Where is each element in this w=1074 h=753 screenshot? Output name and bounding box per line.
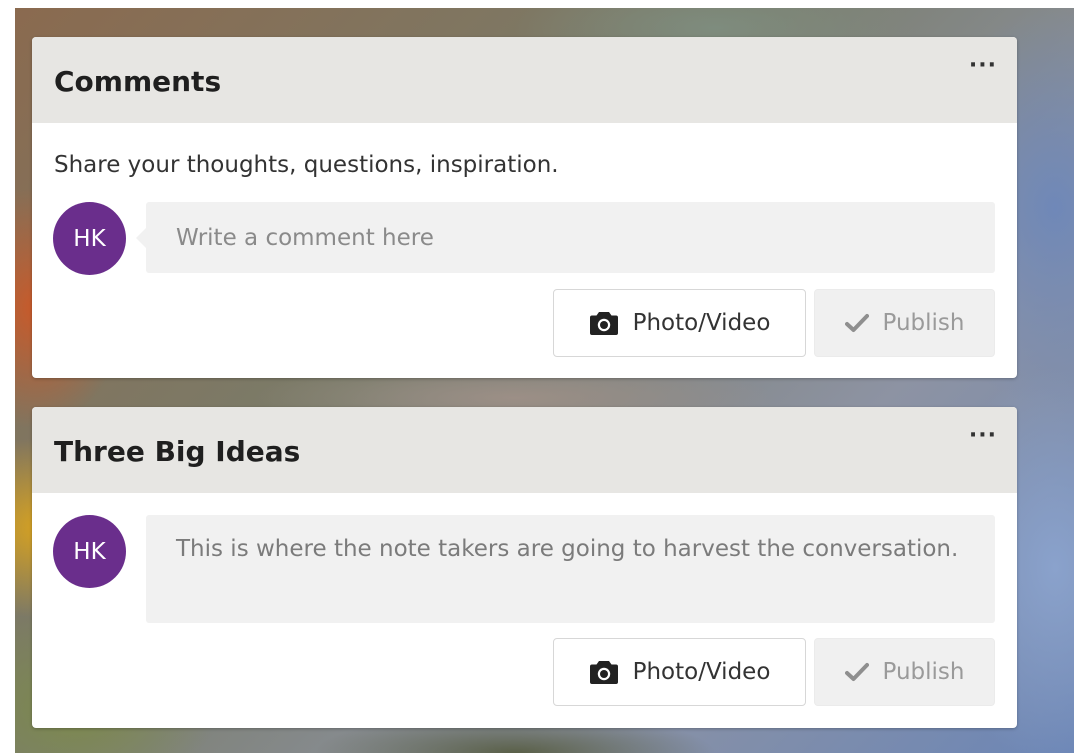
check-icon	[844, 663, 869, 681]
card-title: Three Big Ideas	[54, 435, 301, 468]
card-header: Comments ···	[32, 37, 1017, 123]
photo-video-label: Photo/Video	[632, 310, 771, 336]
more-icon[interactable]: ···	[969, 425, 997, 447]
comments-card: Comments ··· Share your thoughts, questi…	[32, 37, 1017, 378]
comment-input-wrap: .card-1 .comment-box-wrap::before{ top:2…	[136, 202, 995, 273]
check-icon	[844, 314, 869, 332]
comment-textbox[interactable]: This is where the note takers are going …	[146, 515, 995, 623]
publish-button[interactable]: Publish	[814, 289, 995, 357]
photo-video-button[interactable]: Photo/Video	[553, 638, 806, 706]
card-title: Comments	[54, 65, 222, 98]
photo-video-button[interactable]: Photo/Video	[553, 289, 806, 357]
comment-input[interactable]	[146, 202, 995, 273]
camera-icon	[589, 661, 618, 684]
publish-label: Publish	[882, 310, 965, 336]
comment-text: This is where the note takers are going …	[176, 536, 959, 562]
avatar: HK	[53, 202, 126, 275]
card-header: Three Big Ideas ···	[32, 407, 1017, 493]
card-description: Share your thoughts, questions, inspirat…	[54, 152, 559, 178]
three-big-ideas-card: Three Big Ideas ··· HK This is where the…	[32, 407, 1017, 728]
camera-icon	[589, 312, 618, 335]
photo-video-label: Photo/Video	[632, 659, 771, 685]
avatar: HK	[53, 515, 126, 588]
publish-button[interactable]: Publish	[814, 638, 995, 706]
more-icon[interactable]: ···	[969, 55, 997, 77]
publish-label: Publish	[882, 659, 965, 685]
